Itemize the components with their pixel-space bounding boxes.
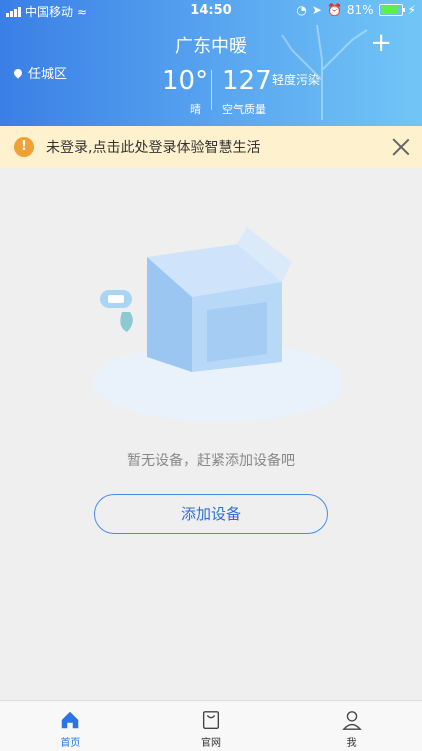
bag-icon xyxy=(202,711,220,729)
close-icon[interactable] xyxy=(390,136,412,158)
device-screen xyxy=(108,295,124,303)
lock-rotation-icon: ◔ xyxy=(296,3,307,17)
temperature: 10° xyxy=(162,66,209,96)
notice-text[interactable]: 未登录,点击此处登录体验智慧生活 xyxy=(46,137,260,157)
login-notice[interactable]: ! 未登录,点击此处登录体验智慧生活 xyxy=(0,126,422,168)
location[interactable]: 任城区 xyxy=(12,63,68,82)
box-inner xyxy=(207,302,267,362)
location-pin-icon xyxy=(12,66,24,79)
tree-decoration xyxy=(281,24,368,120)
weather-divider xyxy=(211,70,212,110)
tab-website[interactable]: 官网 xyxy=(141,701,282,751)
header: 中国移动 ≈ 14:50 ◔ ➤ ⏰ 81% ⚡ 广东中暖 + 任城区 10° … xyxy=(0,0,422,126)
aqi-level: 轻度污染 xyxy=(272,73,321,87)
weather-condition: 晴 xyxy=(190,103,201,116)
empty-message: 暂无设备，赶紧添加设备吧 xyxy=(127,453,295,469)
battery-percent: 81% xyxy=(346,3,374,17)
battery-icon xyxy=(378,4,405,16)
tab-bar: 首页 官网 我 xyxy=(0,700,422,751)
tab-home[interactable]: 首页 xyxy=(0,701,141,751)
aqi-label: 空气质量 xyxy=(222,103,266,116)
page-title: 广东中暖 xyxy=(175,36,247,57)
add-icon[interactable]: + xyxy=(370,30,392,56)
add-device-button[interactable]: 添加设备 xyxy=(94,494,328,534)
charging-icon: ⚡ xyxy=(407,3,416,17)
user-icon xyxy=(341,711,362,730)
tab-label: 我 xyxy=(346,738,357,749)
alarm-icon: ⏰ xyxy=(326,3,342,17)
aqi-value: 127 xyxy=(222,66,272,96)
location-text: 任城区 xyxy=(28,67,68,82)
warning-icon: ! xyxy=(14,137,34,157)
status-bar: 中国移动 ≈ 14:50 ◔ ➤ ⏰ 81% ⚡ xyxy=(0,0,422,22)
tab-me[interactable]: 我 xyxy=(281,701,422,751)
tab-label: 首页 xyxy=(60,738,81,749)
empty-illustration xyxy=(92,227,342,422)
home-icon xyxy=(62,711,79,729)
tab-label: 官网 xyxy=(201,738,221,749)
location-arrow-icon: ➤ xyxy=(311,3,322,17)
mascot-tail xyxy=(120,312,133,332)
